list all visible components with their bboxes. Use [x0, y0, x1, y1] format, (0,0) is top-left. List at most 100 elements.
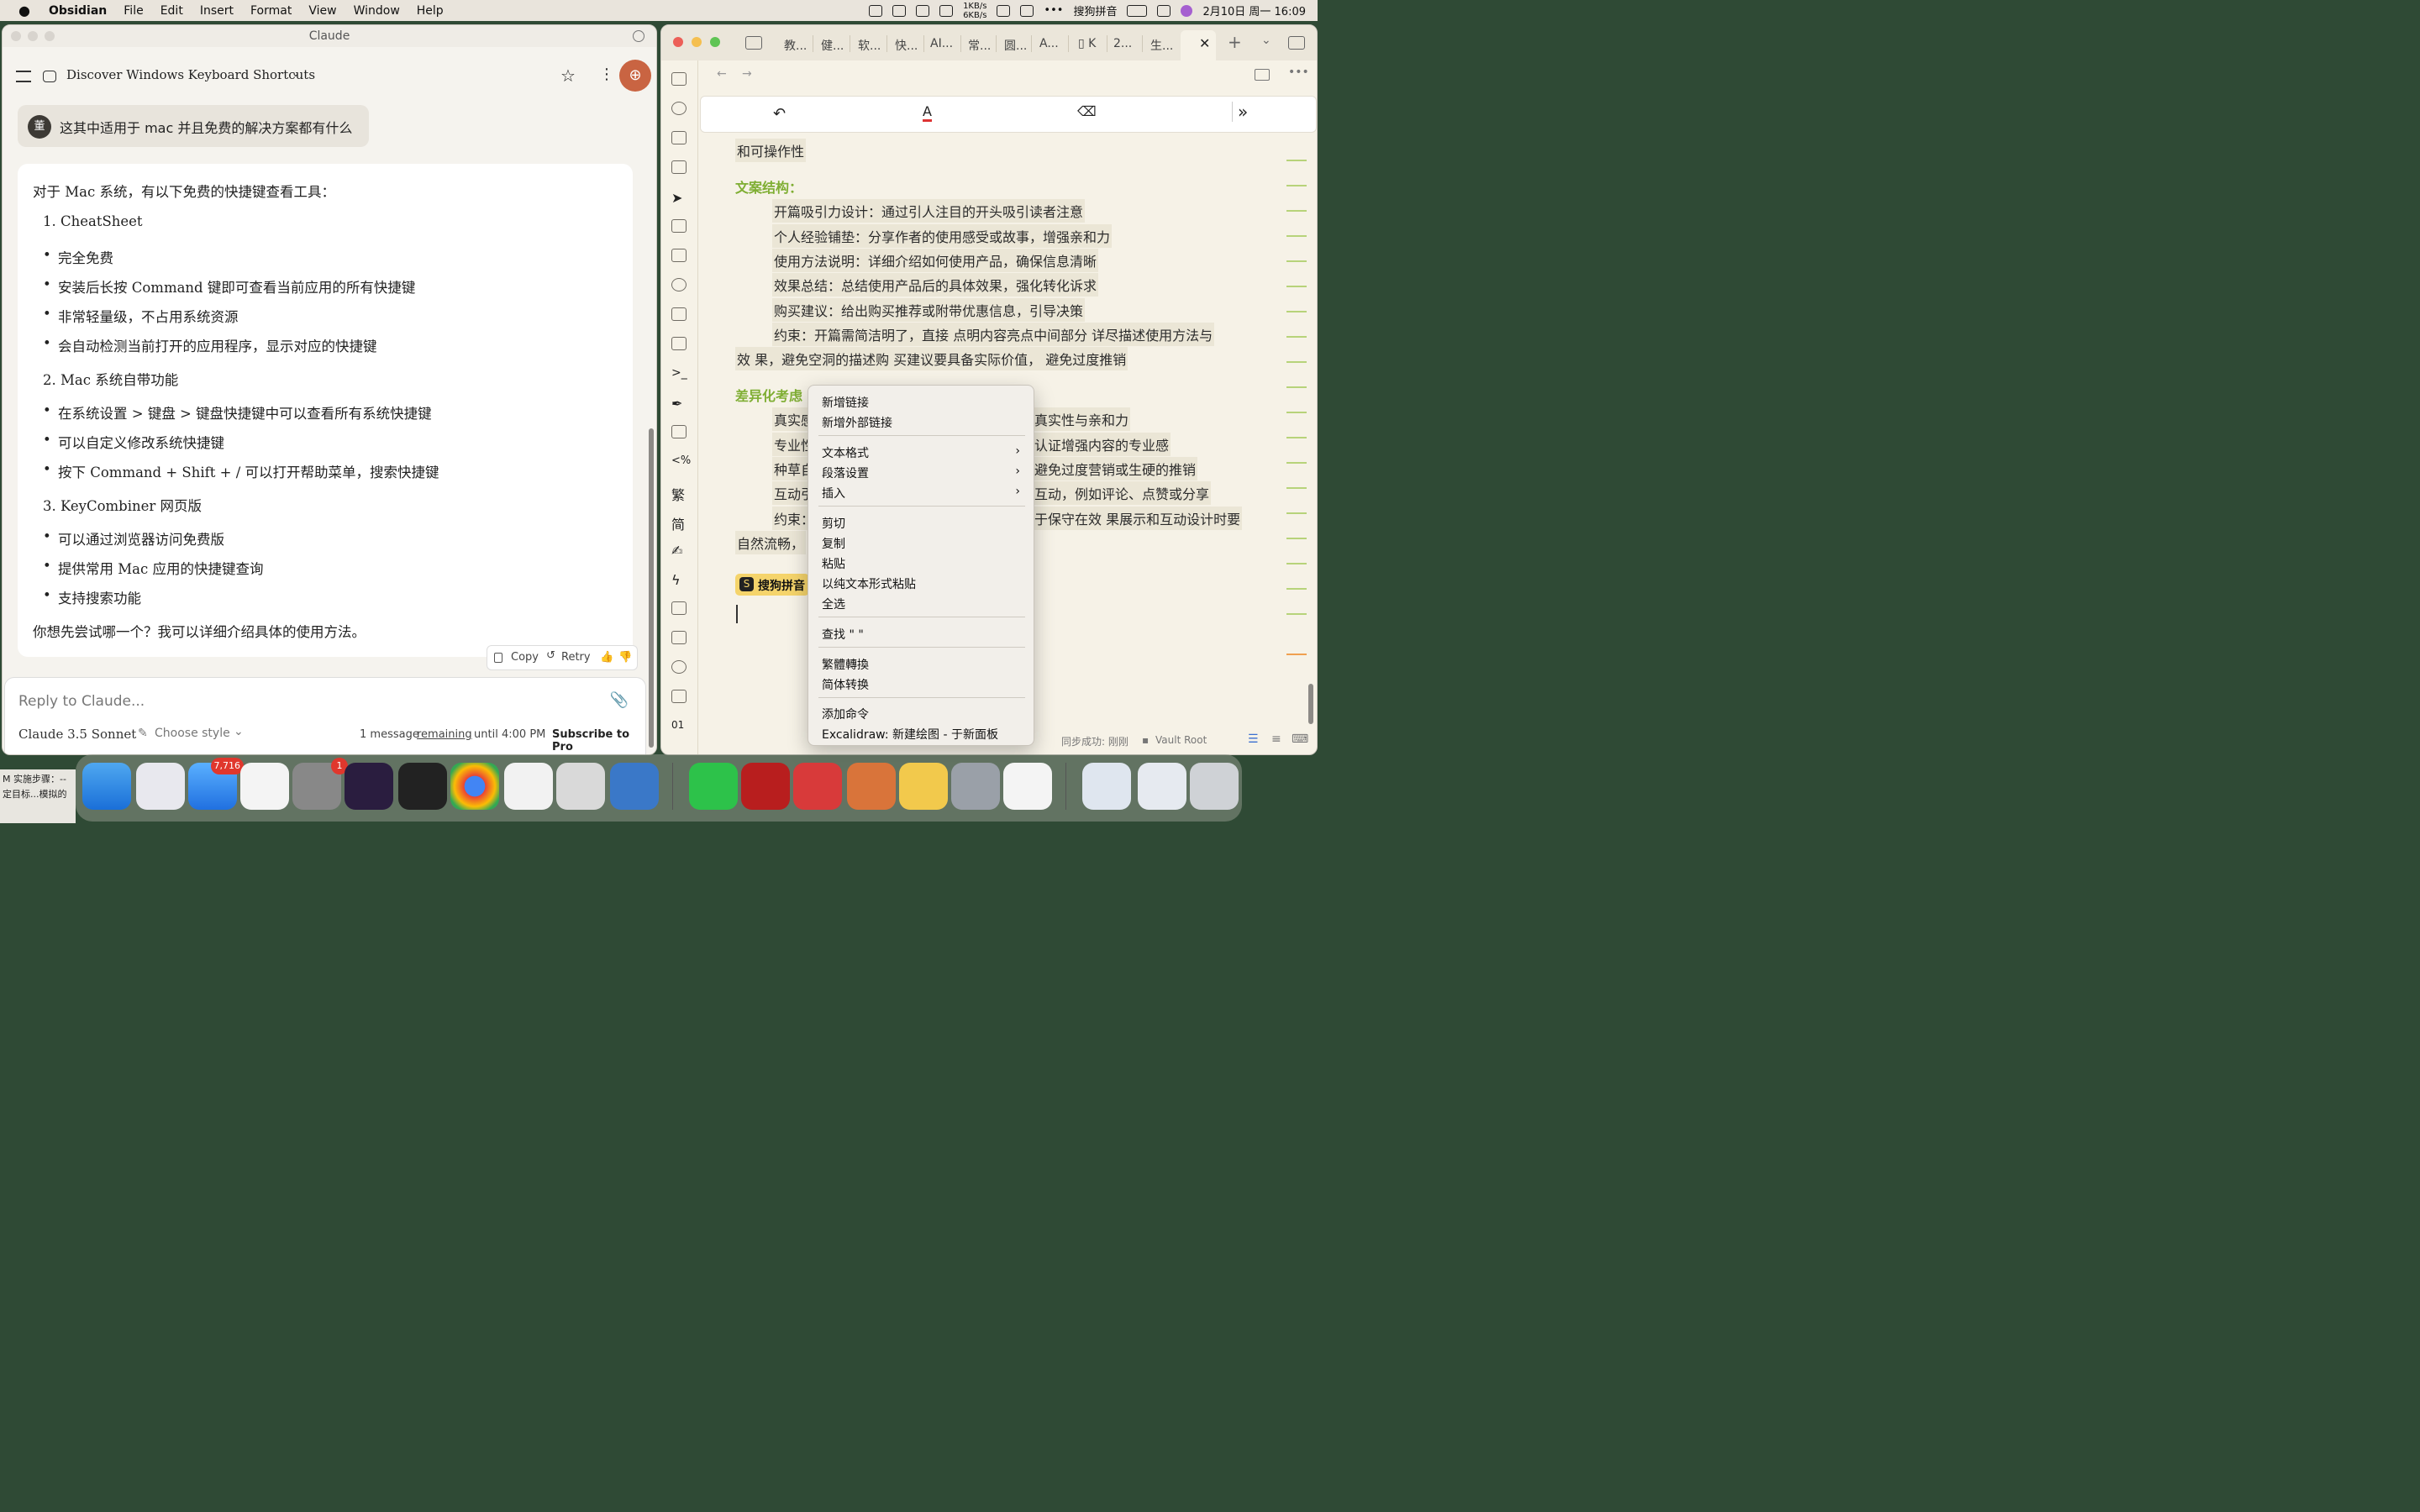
freeform-icon[interactable]: [240, 763, 289, 810]
search-icon[interactable]: [671, 660, 687, 674]
tab[interactable]: 快...: [895, 37, 918, 54]
app-icon[interactable]: [504, 763, 553, 810]
doc-line[interactable]: 效果总结：总结使用产品后的具体效果，强化转化诉求: [772, 273, 1099, 297]
attach-icon[interactable]: 📎: [610, 691, 629, 709]
sync-status[interactable]: 同步成功: 刚刚: [1061, 734, 1128, 748]
ime-indicator[interactable]: 搜狗拼音: [1073, 3, 1117, 18]
table-icon[interactable]: [671, 160, 687, 174]
brush-icon[interactable]: ✍: [671, 543, 687, 559]
status-icon[interactable]: [1020, 4, 1034, 17]
menu-format[interactable]: Format: [250, 4, 292, 18]
thumbs-down-icon[interactable]: 👎: [618, 651, 632, 664]
doc-line[interactable]: 效 果，避免空洞的描述购 买建议要具备实际价值， 避免过度推销: [735, 347, 1128, 370]
more-vertical-icon[interactable]: ⋮: [599, 66, 614, 83]
menu-item-copy[interactable]: 复制: [822, 535, 845, 552]
doc-line[interactable]: 避免过度营销或生硬的推销: [1033, 457, 1198, 480]
app-icon[interactable]: [1003, 763, 1052, 810]
reply-input[interactable]: Reply to Claude...: [18, 693, 145, 710]
doc-line[interactable]: 真实性与亲和力: [1033, 407, 1131, 431]
tab[interactable]: 生...: [1150, 37, 1173, 54]
tab[interactable]: 教...: [784, 37, 807, 54]
chevron-down-icon[interactable]: ⌄: [292, 67, 300, 79]
history-icon[interactable]: [671, 102, 687, 115]
chevron-down-icon[interactable]: ⌄: [234, 725, 244, 738]
doc-line[interactable]: 和可操作性: [735, 139, 807, 162]
battery-icon[interactable]: [1127, 4, 1148, 17]
font-color-icon[interactable]: A: [923, 103, 932, 122]
send-icon[interactable]: ➤: [671, 190, 687, 206]
claude-icon[interactable]: [847, 763, 896, 810]
acrobat-icon[interactable]: [741, 763, 790, 810]
undo-icon[interactable]: ↶: [773, 105, 786, 123]
menu-item-insert[interactable]: 插入: [822, 485, 845, 501]
menu-help[interactable]: Help: [417, 4, 444, 18]
dictionary-icon[interactable]: [610, 763, 659, 810]
menu-window[interactable]: Window: [354, 4, 400, 18]
wechat-icon[interactable]: [689, 763, 738, 810]
close-tab-icon[interactable]: ✕: [1199, 35, 1210, 51]
menu-file[interactable]: File: [124, 4, 143, 18]
tab[interactable]: 健...: [821, 37, 844, 54]
menu-item-cut[interactable]: 剪切: [822, 515, 845, 532]
doc-line[interactable]: 约束：开篇需简洁明了，直接 点明内容亮点中间部分 详尽描述使用方法与: [772, 323, 1215, 346]
file-icon[interactable]: [671, 249, 687, 262]
menu-item-to-traditional[interactable]: 繁體轉換: [822, 656, 869, 673]
new-chat-button[interactable]: ⊕: [619, 60, 651, 92]
status-icon[interactable]: [916, 4, 930, 17]
status-icon[interactable]: [869, 4, 883, 17]
finder-icon[interactable]: [82, 763, 131, 810]
zoom-icon[interactable]: [710, 37, 720, 47]
apple-icon[interactable]: ●: [18, 3, 30, 18]
settings-icon[interactable]: 1: [292, 758, 348, 810]
launchpad-icon[interactable]: [136, 763, 185, 810]
simplified-icon[interactable]: 简: [671, 513, 687, 533]
doc-line[interactable]: 购买建议：给出购买推荐或附带优惠信息，引导决策: [772, 298, 1086, 322]
menu-item-to-simplified[interactable]: 简体转换: [822, 676, 869, 693]
doc-line[interactable]: 认证增强内容的专业感: [1033, 433, 1171, 456]
siri-icon[interactable]: [1181, 4, 1193, 17]
reading-view-icon[interactable]: [1255, 69, 1270, 81]
tab[interactable]: ▯ K: [1078, 37, 1096, 50]
search-icon[interactable]: [633, 30, 644, 42]
minimize-icon[interactable]: [692, 37, 702, 47]
menu-view[interactable]: View: [308, 4, 336, 18]
terminal-icon[interactable]: [398, 763, 447, 810]
back-icon[interactable]: ←: [717, 67, 727, 81]
control-center-icon[interactable]: [1157, 4, 1171, 17]
tab[interactable]: A...: [1039, 37, 1059, 50]
expand-icon[interactable]: »: [1232, 102, 1248, 122]
doc-line[interactable]: 于保守在效 果展示和互动设计时要: [1033, 507, 1243, 530]
menu-item-add-external-link[interactable]: 新增外部链接: [822, 414, 892, 431]
sort-icon[interactable]: 01: [671, 719, 687, 732]
menu-item-excalidraw[interactable]: Excalidraw: 新建绘图 - 于新面板: [822, 726, 998, 743]
menu-item-add-link[interactable]: 新增链接: [822, 394, 869, 411]
right-sidebar-icon[interactable]: [1288, 36, 1305, 50]
copy-icon[interactable]: [494, 653, 502, 663]
menu-app-name[interactable]: Obsidian: [49, 4, 107, 18]
screenshot-stack-icon[interactable]: [1138, 763, 1186, 810]
calendar-icon[interactable]: [671, 307, 687, 321]
chrome-icon[interactable]: [450, 763, 499, 810]
automator-icon[interactable]: [556, 763, 605, 810]
model-selector[interactable]: Claude 3.5 Sonnet: [18, 727, 136, 742]
tab[interactable]: 2...: [1113, 37, 1132, 50]
active-tab[interactable]: ✕: [1181, 30, 1216, 60]
status-icon[interactable]: [997, 4, 1011, 17]
tab[interactable]: AI...: [930, 37, 953, 50]
status-icon[interactable]: [939, 4, 954, 17]
netease-music-icon[interactable]: [793, 763, 842, 810]
menu-icon[interactable]: [16, 71, 31, 82]
mail-icon[interactable]: 7,716: [188, 758, 244, 810]
tab[interactable]: 常...: [968, 37, 991, 54]
chat-app-icon[interactable]: [899, 763, 948, 810]
clipboard-icon[interactable]: [671, 601, 687, 615]
keyboard-icon[interactable]: ⌨: [1292, 732, 1308, 746]
scrollbar[interactable]: [1308, 684, 1313, 724]
sidebar-toggle-icon[interactable]: [745, 36, 762, 50]
limit-remaining[interactable]: remaining: [417, 728, 472, 741]
card-add-icon[interactable]: [671, 425, 687, 438]
doc-line[interactable]: 使用方法说明：详细介绍如何使用产品，确保信息清晰: [772, 249, 1099, 272]
doc-line[interactable]: 个人经验铺垫：分享作者的使用感受或故事，增强亲和力: [772, 224, 1113, 248]
menu-item-add-command[interactable]: 添加命令: [822, 706, 869, 722]
menu-item-text-format[interactable]: 文本格式: [822, 444, 869, 461]
